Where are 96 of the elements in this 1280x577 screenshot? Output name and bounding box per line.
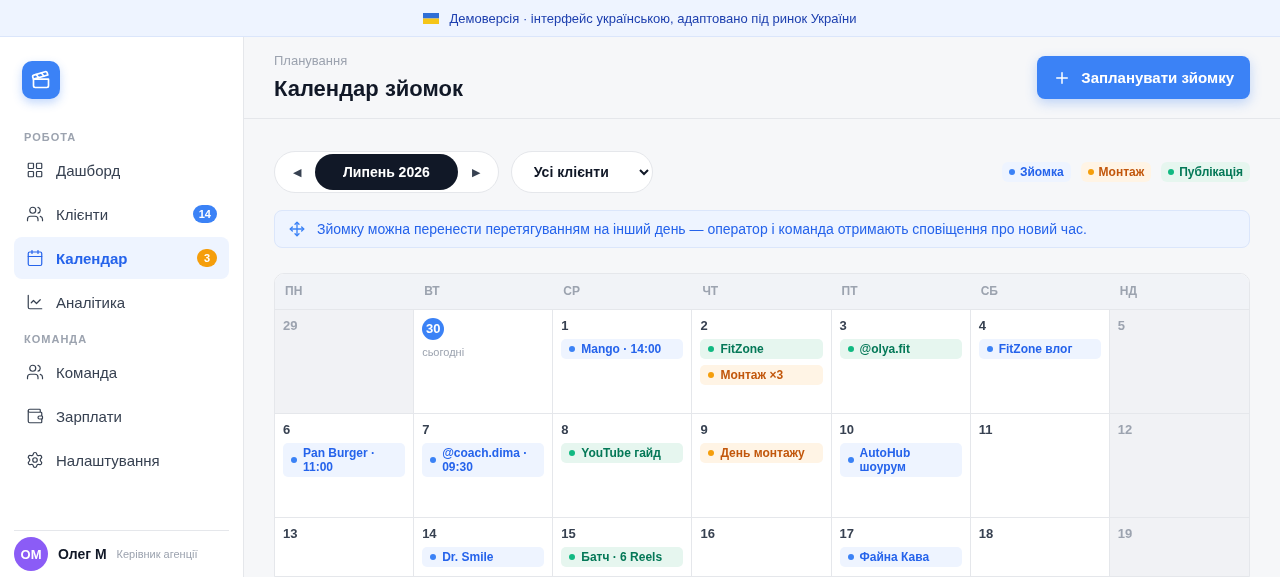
- day-number: 17: [839, 525, 855, 541]
- users-icon: [26, 363, 44, 381]
- line-chart-icon: [26, 293, 44, 311]
- calendar-event[interactable]: YouTube гайд: [561, 442, 684, 463]
- users-icon: [26, 205, 44, 223]
- client-select[interactable]: Усі клієнти: [510, 151, 653, 193]
- user-name: Олег М: [58, 546, 107, 562]
- calendar-event[interactable]: FitZone влог: [978, 338, 1101, 359]
- weekday-header: СБ: [970, 273, 1110, 310]
- page-title: Календар зйомок: [274, 76, 463, 102]
- weekday-header: ВТ: [414, 273, 554, 310]
- nav-label: Аналітика: [56, 293, 127, 311]
- day-number: 19: [1117, 525, 1133, 541]
- wallet-icon: [26, 407, 44, 425]
- day-number: 3: [839, 317, 847, 333]
- day-number: 13: [283, 525, 298, 541]
- day-cell[interactable]: 11: [970, 413, 1110, 518]
- day-cell[interactable]: 30 сьогодні: [414, 309, 554, 414]
- day-number: 16: [700, 525, 715, 541]
- banner-text: Демоверсія · інтерфейс українською, адаптовано під ринок України: [449, 10, 857, 26]
- today-marker: 30: [422, 317, 445, 340]
- nav-label: Зарплати: [56, 407, 123, 425]
- weekday-header: ПТ: [831, 273, 971, 310]
- calendar-event[interactable]: День монтажу: [700, 442, 823, 463]
- today-label: сьогодні: [422, 345, 465, 358]
- day-cell[interactable]: 3 @olya.fit: [831, 309, 971, 414]
- day-number: 10: [839, 421, 855, 437]
- day-cell[interactable]: 8 YouTube гайд: [553, 413, 693, 518]
- section-title: РОБОТА: [23, 131, 78, 143]
- schedule-shoot-button[interactable]: Запланувати зйомку: [1037, 56, 1250, 99]
- nav-item[interactable]: Налаштування: [14, 439, 229, 481]
- user-role: Керівник агенції: [116, 548, 198, 560]
- day-cell[interactable]: 2 FitZone Монтаж ×3: [692, 309, 832, 414]
- calendar-event[interactable]: @coach.dima · 09:30: [422, 442, 545, 477]
- day-cell[interactable]: 10 AutoHub шоурум: [831, 413, 971, 518]
- nav-item[interactable]: Команда: [14, 351, 229, 393]
- legend-chip: Монтаж: [1080, 162, 1152, 182]
- day-number: 12: [1117, 421, 1133, 437]
- day-number: 11: [978, 421, 993, 437]
- day-cell[interactable]: 9 День монтажу: [692, 413, 832, 518]
- day-number: 4: [978, 317, 986, 333]
- day-number: 2: [700, 317, 708, 333]
- day-number: 9: [700, 421, 708, 437]
- nav-label: Налаштування: [56, 451, 161, 469]
- count-badge: 3: [197, 249, 217, 267]
- nav-label: Клієнти: [56, 205, 109, 223]
- weekday-header: ЧТ: [692, 273, 832, 310]
- calendar-event[interactable]: @olya.fit: [839, 338, 962, 359]
- avatar: ОМ: [14, 537, 48, 571]
- calendar-event[interactable]: FitZone: [700, 338, 823, 359]
- move-icon: [289, 220, 305, 237]
- day-number: 14: [422, 525, 437, 541]
- nav-label: Дашборд: [56, 161, 122, 179]
- nav-item[interactable]: Календар 3: [14, 237, 229, 279]
- flag-icon: [423, 12, 440, 24]
- grid-icon: [26, 161, 44, 179]
- nav-item[interactable]: Зарплати: [14, 395, 229, 437]
- day-number: 7: [422, 421, 430, 437]
- nav-item[interactable]: Аналітика: [14, 281, 229, 323]
- day-cell[interactable]: 7 @coach.dima · 09:30: [414, 413, 554, 518]
- calendar-event[interactable]: AutoHub шоурум: [839, 442, 962, 477]
- calendar-event[interactable]: Монтаж ×3: [700, 364, 823, 385]
- calendar-event[interactable]: Mango · 14:00: [561, 338, 684, 359]
- calendar-event[interactable]: Файна Кава: [839, 546, 962, 567]
- day-number: 5: [1117, 317, 1126, 333]
- calendar-event[interactable]: Батч · 6 Reels: [561, 546, 684, 567]
- weekday-header: ПН: [275, 273, 415, 310]
- calendar-icon: [26, 249, 44, 267]
- weekday-header: СР: [553, 273, 693, 310]
- day-cell[interactable]: 4 FitZone влог: [970, 309, 1110, 414]
- calendar-event[interactable]: Dr. Smile: [422, 546, 545, 567]
- day-number: 15: [561, 525, 576, 541]
- nav-label: Команда: [56, 363, 119, 381]
- next-month-button[interactable]: ▶: [457, 155, 494, 189]
- notice-text: Зйомку можна перенести перетягуванням на інший день — оператор і команда отримають сповіщення про новий час.: [317, 220, 1087, 237]
- legend-chip: Публікація: [1161, 162, 1250, 182]
- day-number: 18: [978, 525, 994, 541]
- day-cell[interactable]: 6 Pan Burger · 11:00: [275, 413, 415, 518]
- nav-item[interactable]: Дашборд: [14, 149, 229, 191]
- weekday-header: НД: [1109, 273, 1249, 310]
- nav-item[interactable]: Клієнти 14: [14, 193, 229, 235]
- settings-icon: [26, 451, 44, 469]
- day-number: 1: [561, 317, 569, 333]
- count-badge: 14: [192, 205, 217, 223]
- breadcrumb: Планування: [274, 53, 349, 68]
- day-number: 6: [283, 421, 291, 437]
- logo-icon: [22, 61, 60, 99]
- day-number: 29: [283, 317, 298, 333]
- nav-label: Календар: [56, 249, 129, 267]
- day-number: 8: [561, 421, 569, 437]
- legend-chip: Зйомка: [1001, 162, 1071, 182]
- day-cell[interactable]: 1 Mango · 14:00: [553, 309, 693, 414]
- calendar-event[interactable]: Pan Burger · 11:00: [283, 442, 406, 477]
- previous-month-button[interactable]: ◀: [279, 155, 315, 189]
- current-month: Липень 2026: [315, 154, 458, 190]
- section-title: КОМАНДА: [23, 333, 89, 345]
